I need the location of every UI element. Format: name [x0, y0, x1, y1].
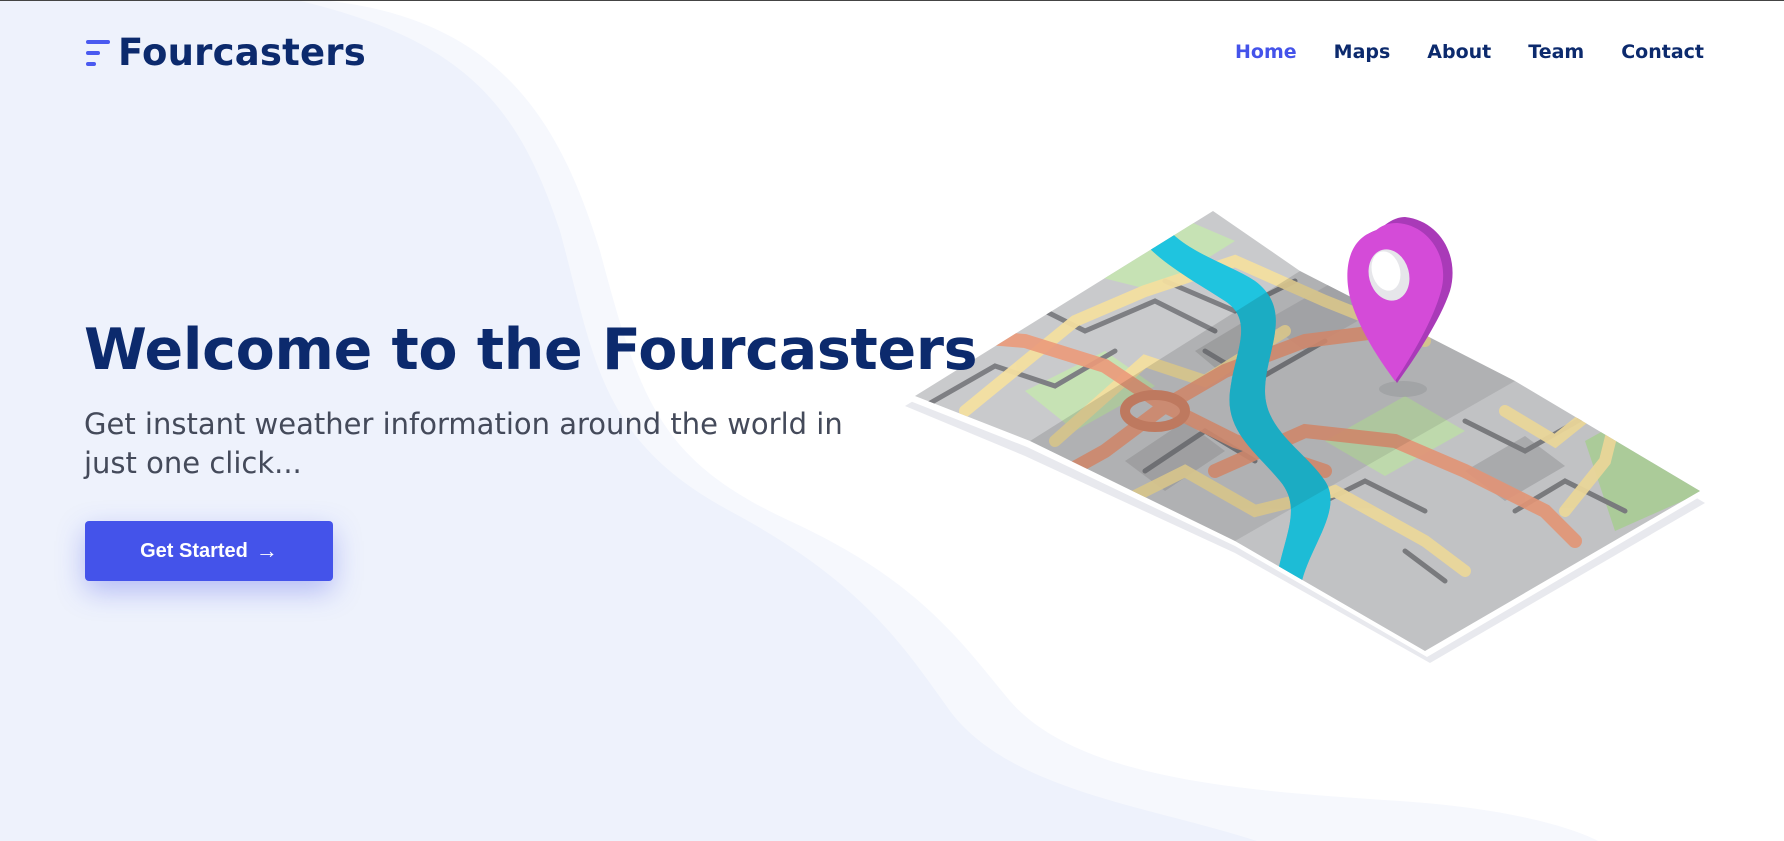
map-illustration — [905, 211, 1705, 663]
hero-title: Welcome to the Fourcasters — [84, 317, 978, 383]
hero-subtitle: Get instant weather information around t… — [84, 407, 843, 480]
nav-item-home[interactable]: Home — [1235, 41, 1297, 63]
nav-item-about[interactable]: About — [1427, 41, 1491, 63]
hero-section: Welcome to the Fourcasters Get instant w… — [84, 313, 984, 483]
logo-lines-icon — [84, 33, 112, 73]
get-started-button[interactable]: Get Started → — [85, 521, 333, 581]
nav-item-team[interactable]: Team — [1528, 41, 1584, 63]
nav-item-maps[interactable]: Maps — [1334, 41, 1391, 63]
landing-page: Fourcasters Home Maps About Team Contact… — [0, 0, 1784, 841]
brand-logo[interactable]: Fourcasters — [84, 31, 366, 74]
brand-name: Fourcasters — [118, 31, 366, 74]
arrow-right-icon: → — [255, 538, 278, 563]
site-header: Fourcasters Home Maps About Team Contact — [0, 1, 1784, 111]
nav-item-contact[interactable]: Contact — [1621, 41, 1704, 63]
main-nav: Home Maps About Team Contact — [1198, 41, 1704, 63]
get-started-label: Get Started — [140, 539, 248, 562]
